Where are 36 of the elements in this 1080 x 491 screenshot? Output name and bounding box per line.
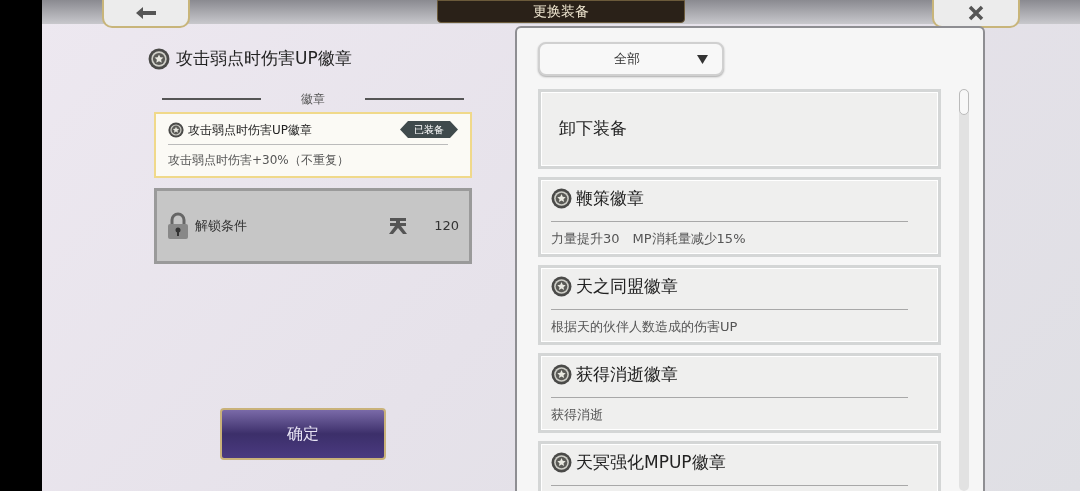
badge-list-item[interactable]: 天冥强化MPUP徽章 [538, 441, 941, 491]
section-label: 徽章 [301, 90, 325, 108]
badge-title: 鞭策徽章 [576, 187, 644, 210]
caret-icon [697, 54, 708, 64]
padlock-icon [167, 211, 189, 240]
badge-title: 天之同盟徽章 [576, 275, 678, 298]
scrollbar-thumb[interactable] [959, 89, 969, 115]
back-button[interactable] [102, 0, 190, 28]
star-medal-icon [551, 276, 572, 298]
star-medal-icon [551, 364, 572, 386]
heaven-emblem-icon [388, 215, 409, 236]
back-arrow-icon [135, 6, 157, 20]
star-medal-icon [148, 47, 170, 70]
badge-description: 获得消逝 [551, 405, 604, 424]
unlock-label: 解锁条件 [195, 216, 248, 235]
badge-list-item[interactable]: 天之同盟徽章 根据天的伙伴人数造成的伤害UP [538, 265, 941, 345]
star-medal-icon [551, 188, 572, 210]
slot-badge-name: 攻击弱点时伤害UP徽章 [188, 121, 314, 139]
slot-description: 攻击弱点时伤害+30%（不重复） [168, 151, 350, 169]
badge-name-heading: 攻击弱点时伤害UP徽章 [176, 47, 352, 70]
equipped-tag: 已装备 [400, 121, 458, 138]
close-button[interactable] [932, 0, 1020, 28]
star-medal-icon [551, 452, 572, 474]
badge-description: 力量提升30 MP消耗量减少15% [551, 229, 747, 248]
unequip-item[interactable]: 卸下装备 [538, 89, 941, 169]
confirm-button[interactable]: 确定 [220, 407, 386, 460]
badge-list-item[interactable]: 鞭策徽章 力量提升30 MP消耗量减少15% [538, 177, 941, 257]
filter-dropdown[interactable]: 全部 [538, 42, 724, 76]
badge-description: 根据天的伙伴人数造成的伤害UP [551, 317, 739, 336]
close-icon [968, 5, 984, 21]
screen-title: 更换装备 [437, 0, 685, 23]
badge-title: 获得消逝徽章 [576, 363, 678, 386]
unlock-value: 120 [434, 216, 459, 235]
star-medal-icon [168, 121, 184, 138]
badge-title: 天冥强化MPUP徽章 [576, 451, 726, 474]
badge-list-item[interactable]: 获得消逝徽章 获得消逝 [538, 353, 941, 433]
